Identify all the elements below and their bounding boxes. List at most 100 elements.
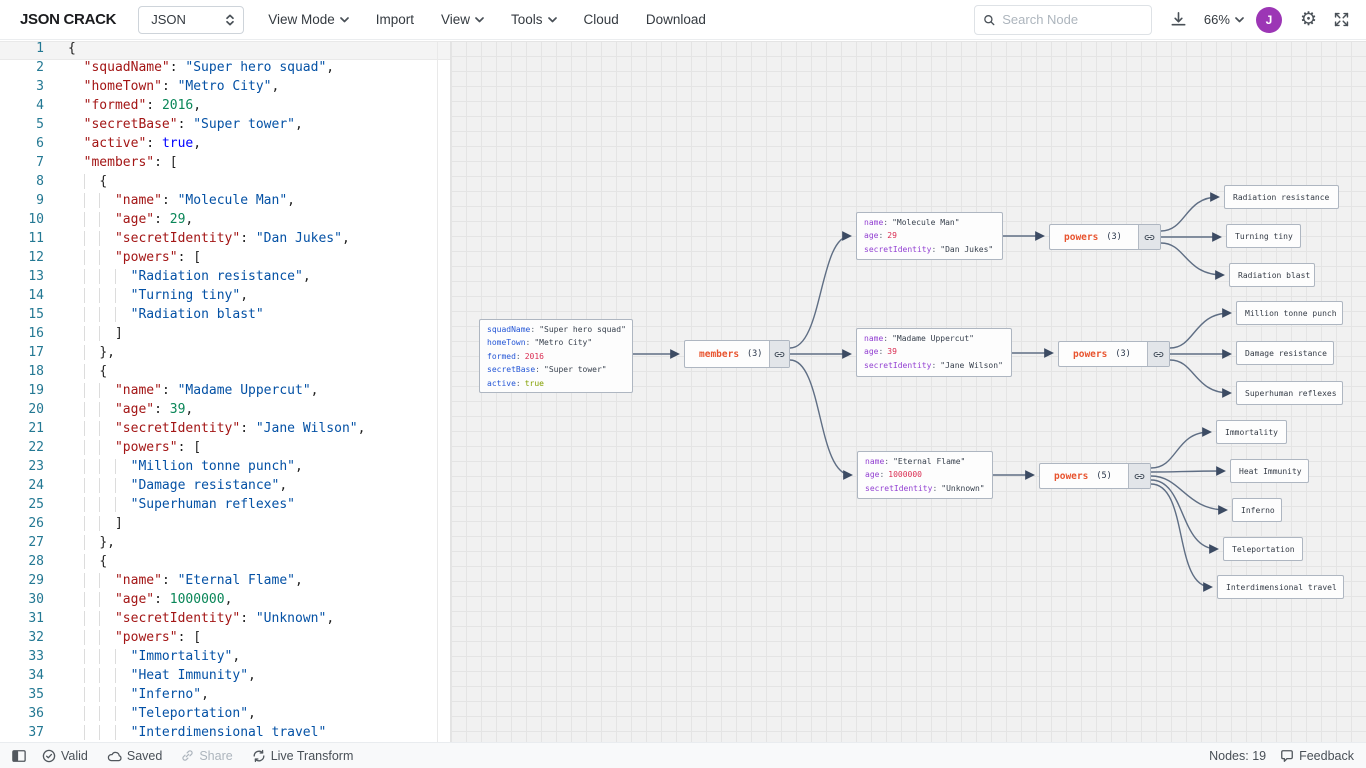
collapse-node-button[interactable] [1128, 464, 1150, 488]
editor-line[interactable]: 33 "Immortality", [0, 649, 450, 668]
json-editor[interactable]: 1{2 "squadName": "Super hero squad",3 "h… [0, 41, 450, 742]
download-image-button[interactable] [1169, 10, 1188, 29]
avatar[interactable]: J [1256, 7, 1282, 33]
line-number: 11 [0, 231, 44, 250]
menu-cloud[interactable]: Cloud [584, 12, 619, 27]
download-icon [1169, 10, 1188, 29]
node-leaf[interactable]: Turning tiny [1226, 224, 1301, 248]
line-number: 30 [0, 592, 44, 611]
node-leaf[interactable]: Superhuman reflexes [1236, 381, 1343, 405]
editor-line[interactable]: 7 "members": [ [0, 155, 450, 174]
editor-line[interactable]: 26 ] [0, 516, 450, 535]
line-number: 37 [0, 725, 44, 742]
editor-line[interactable]: 24 "Damage resistance", [0, 478, 450, 497]
editor-line[interactable]: 12 "powers": [ [0, 250, 450, 269]
editor-line[interactable]: 11 "secretIdentity": "Dan Jukes", [0, 231, 450, 250]
node-row: secretIdentity:"Jane Wilson" [864, 359, 1004, 372]
search-input[interactable] [1002, 12, 1143, 27]
zoom-dropdown[interactable]: 66% [1204, 12, 1244, 27]
node-member-molecule-man[interactable]: name:"Molecule Man" age:29 secretIdentit… [856, 212, 1003, 260]
node-members[interactable]: members (3) [684, 340, 790, 368]
node-member-eternal-flame[interactable]: name:"Eternal Flame" age:1000000 secretI… [857, 451, 993, 499]
settings-button[interactable]: ⚙ [1300, 8, 1317, 31]
line-number: 9 [0, 193, 44, 212]
collapse-node-button[interactable] [769, 341, 789, 367]
editor-line[interactable]: 37 "Interdimensional travel" [0, 725, 450, 742]
editor-line[interactable]: 29 "name": "Eternal Flame", [0, 573, 450, 592]
chevron-down-icon [475, 17, 484, 23]
menu-tools[interactable]: Tools [511, 12, 557, 27]
editor-line[interactable]: 22 "powers": [ [0, 440, 450, 459]
editor-line[interactable]: 36 "Teleportation", [0, 706, 450, 725]
editor-line[interactable]: 5 "secretBase": "Super tower", [0, 117, 450, 136]
node-row: homeTown:"Metro City" [487, 336, 625, 349]
node-member-madame-uppercut[interactable]: name:"Madame Uppercut" age:39 secretIden… [856, 328, 1012, 377]
editor-line[interactable]: 2 "squadName": "Super hero squad", [0, 60, 450, 79]
node-leaf[interactable]: Immortality [1216, 420, 1287, 444]
editor-line[interactable]: 14 "Turning tiny", [0, 288, 450, 307]
line-number: 4 [0, 98, 44, 117]
fullscreen-button[interactable] [1333, 11, 1350, 28]
chevron-down-icon [548, 17, 557, 23]
editor-line[interactable]: 27 }, [0, 535, 450, 554]
feedback-bubble-icon [1280, 749, 1294, 763]
editor-line[interactable]: 17 }, [0, 345, 450, 364]
editor-line[interactable]: 25 "Superhuman reflexes" [0, 497, 450, 516]
editor-line[interactable]: 13 "Radiation resistance", [0, 269, 450, 288]
toggle-editor-panel-button[interactable] [12, 749, 26, 763]
share-button[interactable]: Share [181, 749, 232, 763]
editor-line[interactable]: 6 "active": true, [0, 136, 450, 155]
node-row: formed:2016 [487, 350, 625, 363]
node-leaf[interactable]: Damage resistance [1236, 341, 1334, 365]
editor-line[interactable]: 34 "Heat Immunity", [0, 668, 450, 687]
editor-line[interactable]: 21 "secretIdentity": "Jane Wilson", [0, 421, 450, 440]
editor-line[interactable]: 30 "age": 1000000, [0, 592, 450, 611]
line-number: 15 [0, 307, 44, 326]
menu-view[interactable]: View [441, 12, 484, 27]
editor-line[interactable]: 4 "formed": 2016, [0, 98, 450, 117]
search-node-box[interactable] [974, 5, 1152, 35]
editor-line[interactable]: 28 { [0, 554, 450, 573]
node-row: age:1000000 [865, 468, 985, 481]
editor-line[interactable]: 8 { [0, 174, 450, 193]
editor-line[interactable]: 35 "Inferno", [0, 687, 450, 706]
editor-line[interactable]: 23 "Million tonne punch", [0, 459, 450, 478]
editor-line[interactable]: 18 { [0, 364, 450, 383]
editor-line[interactable]: 20 "age": 39, [0, 402, 450, 421]
editor-line[interactable]: 10 "age": 29, [0, 212, 450, 231]
editor-line[interactable]: 19 "name": "Madame Uppercut", [0, 383, 450, 402]
node-row: name:"Madame Uppercut" [864, 332, 1004, 345]
nodes-count: Nodes: 19 [1209, 749, 1266, 763]
editor-line[interactable]: 16 ] [0, 326, 450, 345]
line-number: 7 [0, 155, 44, 174]
format-select[interactable]: JSON [138, 6, 244, 34]
node-powers-1[interactable]: powers (3) [1049, 224, 1161, 250]
node-leaf[interactable]: Heat Immunity [1230, 459, 1309, 483]
node-leaf[interactable]: Radiation blast [1229, 263, 1315, 287]
chevron-down-icon [1235, 17, 1244, 23]
format-select-value: JSON [151, 12, 186, 27]
node-root-object[interactable]: squadName:"Super hero squad" homeTown:"M… [479, 319, 633, 393]
live-transform-toggle[interactable]: Live Transform [252, 749, 354, 763]
menu-view-mode[interactable]: View Mode [268, 12, 349, 27]
node-powers-2[interactable]: powers (3) [1058, 341, 1170, 367]
editor-line[interactable]: 32 "powers": [ [0, 630, 450, 649]
editor-line[interactable]: 9 "name": "Molecule Man", [0, 193, 450, 212]
node-leaf[interactable]: Inferno [1232, 498, 1282, 522]
editor-line[interactable]: 15 "Radiation blast" [0, 307, 450, 326]
menu-download[interactable]: Download [646, 12, 706, 27]
collapse-node-button[interactable] [1147, 342, 1169, 366]
editor-line[interactable]: 3 "homeTown": "Metro City", [0, 79, 450, 98]
editor-line[interactable]: 1{ [0, 41, 450, 60]
node-leaf[interactable]: Million tonne punch [1236, 301, 1343, 325]
editor-line[interactable]: 31 "secretIdentity": "Unknown", [0, 611, 450, 630]
collapse-node-button[interactable] [1138, 225, 1160, 249]
saved-status[interactable]: Saved [107, 749, 162, 763]
node-powers-3[interactable]: powers (5) [1039, 463, 1151, 489]
menu-import[interactable]: Import [376, 12, 414, 27]
node-leaf[interactable]: Teleportation [1223, 537, 1303, 561]
feedback-button[interactable]: Feedback [1280, 749, 1354, 763]
node-leaf[interactable]: Radiation resistance [1224, 185, 1339, 209]
node-leaf[interactable]: Interdimensional travel [1217, 575, 1344, 599]
graph-canvas[interactable]: squadName:"Super hero squad" homeTown:"M… [450, 41, 1366, 742]
